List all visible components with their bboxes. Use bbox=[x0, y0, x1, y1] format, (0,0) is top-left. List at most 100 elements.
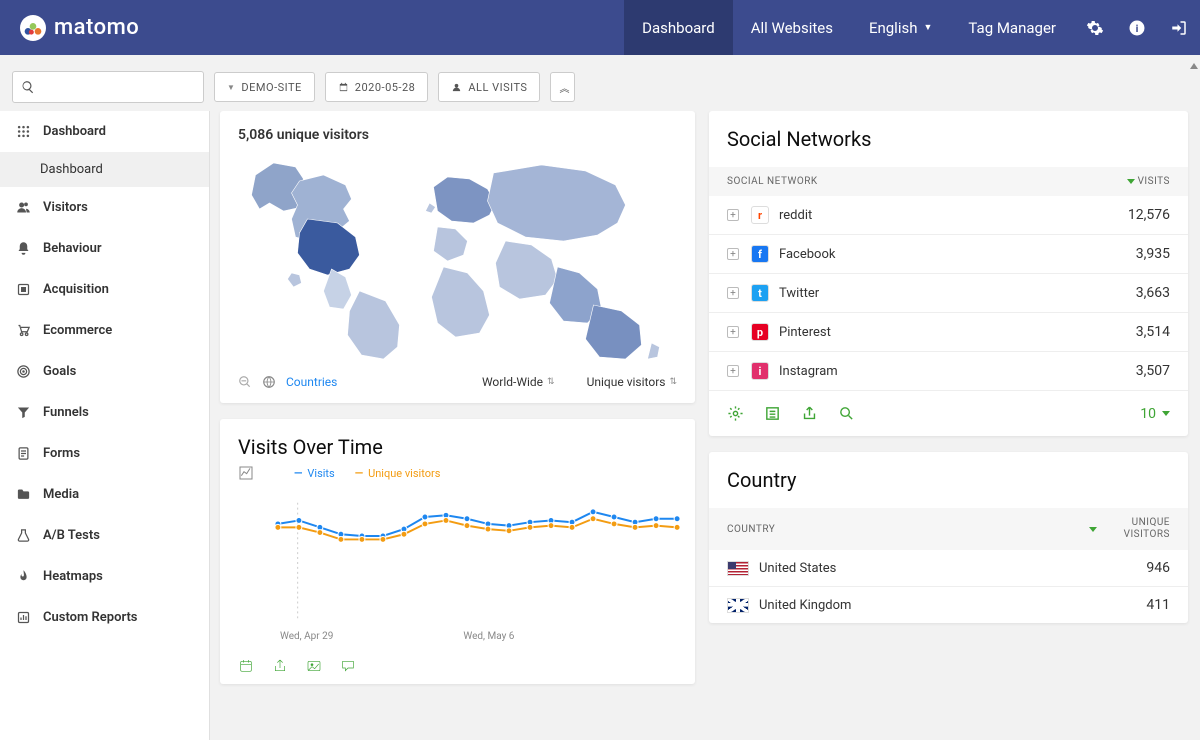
info-icon[interactable]: i bbox=[1116, 0, 1158, 55]
expand-icon[interactable]: + bbox=[727, 209, 739, 221]
sidebar-item-media[interactable]: Media bbox=[0, 474, 209, 515]
sidebar-item-behaviour[interactable]: Behaviour bbox=[0, 228, 209, 269]
network-visits: 3,663 bbox=[1136, 285, 1170, 301]
flask-icon bbox=[16, 528, 31, 543]
country-visitors: 411 bbox=[1146, 597, 1170, 613]
map-title: 5,086 unique visitors bbox=[238, 127, 677, 143]
sidebar-item-forms[interactable]: Forms bbox=[0, 433, 209, 474]
scroll-up-indicator[interactable] bbox=[1190, 60, 1198, 72]
sidebar-item-goals[interactable]: Goals bbox=[0, 351, 209, 392]
network-name: reddit bbox=[779, 208, 812, 223]
calendar-icon[interactable] bbox=[238, 658, 254, 674]
expand-icon[interactable]: + bbox=[727, 365, 739, 377]
sidebar-item-visitors[interactable]: Visitors bbox=[0, 187, 209, 228]
social-row[interactable]: +rreddit12,576 bbox=[709, 196, 1188, 235]
site-selector[interactable]: ▼ DEMO-SITE bbox=[214, 72, 315, 102]
country-row[interactable]: United States 946 bbox=[709, 550, 1188, 587]
sidebar: Dashboard Dashboard Visitors Behaviour A… bbox=[0, 111, 210, 740]
social-row[interactable]: +iInstagram3,507 bbox=[709, 352, 1188, 390]
network-visits: 12,576 bbox=[1128, 207, 1170, 223]
cart-icon bbox=[16, 323, 31, 338]
people-icon bbox=[451, 82, 462, 93]
chevron-up-icon: ︽ bbox=[559, 80, 566, 95]
clipboard-icon bbox=[16, 446, 31, 461]
brand-logo[interactable]: matomo bbox=[0, 15, 159, 41]
date-selector[interactable]: 2020-05-28 bbox=[325, 72, 429, 102]
country-col-visitors[interactable]: UNIQUE VISITORS bbox=[1089, 517, 1170, 541]
funnel-icon bbox=[16, 405, 31, 420]
image-icon[interactable] bbox=[306, 658, 322, 674]
calendar-icon bbox=[338, 82, 349, 93]
report-icon bbox=[16, 610, 31, 625]
sidebar-item-acquisition[interactable]: Acquisition bbox=[0, 269, 209, 310]
social-row[interactable]: +pPinterest3,514 bbox=[709, 313, 1188, 352]
chevron-down-icon: ▼ bbox=[923, 22, 932, 33]
country-col-name[interactable]: COUNTRY bbox=[727, 524, 775, 535]
folder-icon bbox=[16, 487, 31, 502]
sidebar-item-dashboard[interactable]: Dashboard bbox=[0, 111, 209, 152]
list-icon[interactable] bbox=[764, 405, 781, 422]
page-size-selector[interactable]: 10 bbox=[1140, 406, 1170, 422]
social-col-network[interactable]: SOCIAL NETWORK bbox=[727, 176, 818, 187]
visits-line-chart[interactable]: 6,530 3,265 0 bbox=[220, 481, 695, 631]
expand-icon[interactable]: + bbox=[727, 326, 739, 338]
brand-name: matomo bbox=[54, 15, 139, 40]
network-visits: 3,507 bbox=[1136, 363, 1170, 379]
collapse-button[interactable]: ︽ bbox=[550, 72, 575, 102]
sidebar-sub-dashboard[interactable]: Dashboard bbox=[0, 152, 209, 187]
search-input[interactable] bbox=[12, 71, 204, 103]
settings-icon[interactable] bbox=[727, 405, 744, 422]
social-row[interactable]: +tTwitter3,663 bbox=[709, 274, 1188, 313]
nav-all-websites[interactable]: All Websites bbox=[733, 0, 851, 55]
network-visits: 3,514 bbox=[1136, 324, 1170, 340]
sidebar-item-abtests[interactable]: A/B Tests bbox=[0, 515, 209, 556]
expand-icon[interactable]: + bbox=[727, 248, 739, 260]
world-map[interactable] bbox=[220, 147, 695, 367]
search-icon bbox=[21, 80, 35, 94]
sidebar-item-ecommerce[interactable]: Ecommerce bbox=[0, 310, 209, 351]
flag-icon bbox=[727, 561, 749, 576]
social-row[interactable]: +fFacebook3,935 bbox=[709, 235, 1188, 274]
toolbar: ▼ DEMO-SITE 2020-05-28 ALL VISITS ︽ bbox=[0, 55, 1200, 111]
box-icon bbox=[16, 282, 31, 297]
zoom-out-icon[interactable] bbox=[238, 375, 252, 389]
sidebar-item-funnels[interactable]: Funnels bbox=[0, 392, 209, 433]
chart-type-icon[interactable] bbox=[238, 465, 254, 481]
network-name: Instagram bbox=[779, 364, 838, 379]
sidebar-item-heatmaps[interactable]: Heatmaps bbox=[0, 556, 209, 597]
expand-icon[interactable]: + bbox=[727, 287, 739, 299]
country-widget: Country COUNTRY UNIQUE VISITORS United S… bbox=[709, 452, 1188, 623]
country-visitors: 946 bbox=[1146, 560, 1170, 576]
country-title: Country bbox=[727, 468, 1170, 492]
map-metric-selector[interactable]: Unique visitors⇅ bbox=[587, 375, 677, 389]
network-name: Twitter bbox=[779, 286, 819, 301]
sidebar-item-customreports[interactable]: Custom Reports bbox=[0, 597, 209, 638]
export-icon[interactable] bbox=[801, 405, 818, 422]
map-scope-selector[interactable]: World-Wide⇅ bbox=[482, 375, 555, 389]
country-row[interactable]: United Kingdom411 bbox=[709, 587, 1188, 623]
search-icon[interactable] bbox=[838, 405, 855, 422]
svg-text:i: i bbox=[1136, 21, 1139, 34]
chevron-down-icon: ▼ bbox=[227, 83, 235, 92]
nav-dashboard[interactable]: Dashboard bbox=[624, 0, 733, 55]
countries-link[interactable]: Countries bbox=[286, 375, 337, 389]
export-icon[interactable] bbox=[272, 658, 288, 674]
flag-icon bbox=[727, 598, 749, 613]
visits-chart-title: Visits Over Time bbox=[238, 435, 677, 459]
login-icon[interactable] bbox=[1158, 0, 1200, 55]
social-networks-widget: Social Networks SOCIAL NETWORK VISITS +r… bbox=[709, 111, 1188, 436]
grid-icon bbox=[16, 124, 31, 139]
segment-selector[interactable]: ALL VISITS bbox=[438, 72, 540, 102]
annotate-icon[interactable] bbox=[340, 658, 356, 674]
network-icon: f bbox=[751, 245, 769, 263]
country-name: United States bbox=[759, 561, 836, 576]
network-name: Facebook bbox=[779, 247, 835, 262]
nav-language[interactable]: English▼ bbox=[851, 0, 950, 55]
network-icon: p bbox=[751, 323, 769, 341]
chart-actions bbox=[220, 648, 695, 684]
settings-icon[interactable] bbox=[1074, 0, 1116, 55]
logo-icon bbox=[20, 15, 46, 41]
social-col-visits[interactable]: VISITS bbox=[1127, 176, 1170, 187]
bell-icon bbox=[16, 241, 31, 256]
nav-tag-manager[interactable]: Tag Manager bbox=[950, 0, 1074, 55]
